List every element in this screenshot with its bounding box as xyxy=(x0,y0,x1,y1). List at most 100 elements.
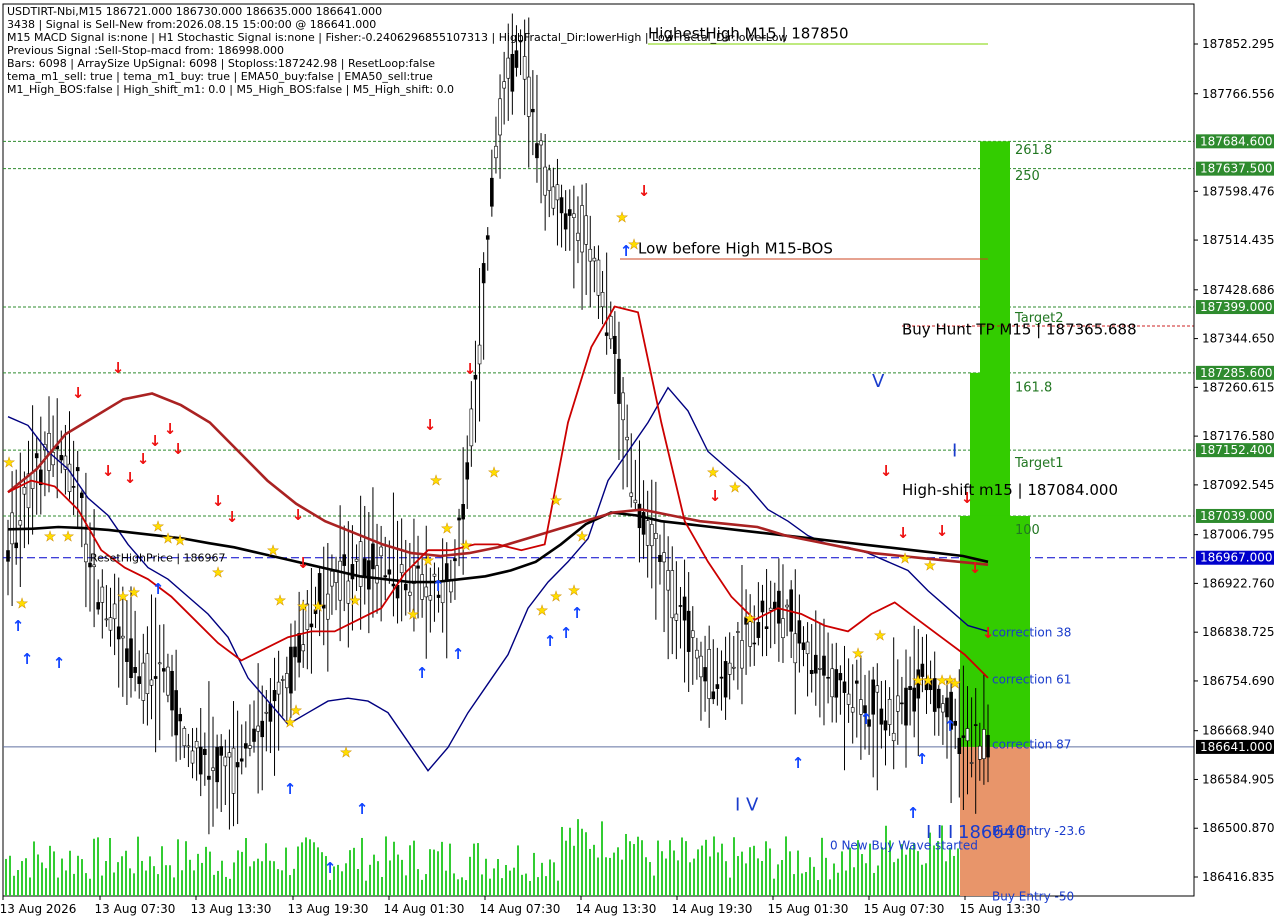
down-arrow-icon: ↓ xyxy=(112,359,125,377)
candle-body xyxy=(563,213,568,230)
candle-body xyxy=(617,358,621,404)
up-arrow-icon: ↑ xyxy=(916,750,929,768)
star-icon: ★ xyxy=(312,599,325,615)
candle-body xyxy=(387,569,392,575)
candle-body xyxy=(276,681,281,695)
candle-body xyxy=(854,680,859,684)
down-arrow-icon: ↓ xyxy=(292,506,305,524)
candle-body xyxy=(875,685,880,693)
info-line-bars: Bars: 6098 | ArraySize UpSignal: 6098 | … xyxy=(7,57,435,70)
candle-body xyxy=(973,724,978,726)
price-tag-label: 187684.600 xyxy=(1200,134,1273,148)
candle-body xyxy=(112,603,117,620)
candle-body xyxy=(137,676,142,684)
down-arrow-icon: ↓ xyxy=(164,420,177,438)
candle-body xyxy=(723,661,728,698)
star-icon: ★ xyxy=(290,703,303,719)
candle-body xyxy=(727,662,732,675)
price-chart: 261.8250Target2161.8Target1100correction… xyxy=(0,3,1275,916)
candle-body xyxy=(785,604,789,608)
candle-body xyxy=(280,679,285,681)
candle-body xyxy=(498,98,502,136)
up-arrow-icon: ↑ xyxy=(907,804,920,822)
candle-body xyxy=(826,676,830,679)
chart-annotation: Low before High M15-BOS xyxy=(638,239,833,257)
candle-body xyxy=(362,558,367,578)
candle-body xyxy=(432,573,437,577)
candle-body xyxy=(838,673,843,681)
candle-body xyxy=(104,618,109,621)
candle-body xyxy=(145,653,150,695)
fib-level-label: 100 xyxy=(1015,523,1040,538)
fib-level-label: correction 87 xyxy=(992,738,1071,752)
candle-body xyxy=(822,655,826,676)
candle-body xyxy=(649,524,654,547)
time-tick-label: 14 Aug 01:30 xyxy=(384,902,465,916)
candle-body xyxy=(408,591,412,596)
candle-body xyxy=(760,600,765,613)
up-arrow-icon: ↑ xyxy=(544,632,557,650)
chart-annotation: I V xyxy=(735,795,759,816)
candle-body xyxy=(371,543,375,570)
candle-body xyxy=(34,453,39,459)
candle-body xyxy=(809,670,814,674)
price-tag-label: 187399.000 xyxy=(1200,300,1273,314)
star-icon: ★ xyxy=(729,480,742,496)
candle-body xyxy=(834,669,839,698)
candle-body xyxy=(358,541,363,587)
up-arrow-icon: ↑ xyxy=(356,800,369,818)
down-arrow-icon: ↓ xyxy=(124,469,137,487)
candle-body xyxy=(912,687,916,712)
down-arrow-icon: ↓ xyxy=(424,416,437,434)
candle-body xyxy=(535,143,539,159)
down-arrow-icon: ↓ xyxy=(137,450,150,468)
candle-body xyxy=(326,593,330,620)
candle-body xyxy=(588,248,593,262)
candle-body xyxy=(715,684,720,689)
up-arrow-icon: ↑ xyxy=(416,664,429,682)
candle-body xyxy=(764,626,769,629)
candle-body xyxy=(719,676,724,679)
candle-body xyxy=(936,688,941,709)
candle-body xyxy=(658,554,662,562)
star-icon: ★ xyxy=(874,628,887,644)
fib-level-label: correction 61 xyxy=(992,673,1071,687)
fib-level-label: 261.8 xyxy=(1015,143,1052,158)
down-arrow-icon: ↓ xyxy=(297,554,310,572)
candle-body xyxy=(92,564,96,568)
candle-body xyxy=(895,695,900,712)
candle-body xyxy=(157,662,162,665)
candle-body xyxy=(133,667,137,673)
candle-body xyxy=(584,215,588,245)
candle-body xyxy=(211,767,215,771)
candle-body xyxy=(740,640,744,669)
star-icon: ★ xyxy=(949,676,962,692)
candle-body xyxy=(830,668,834,698)
time-tick-label: 14 Aug 13:30 xyxy=(576,902,657,916)
fib-level-label: 161.8 xyxy=(1015,381,1052,396)
candle-body xyxy=(248,745,252,749)
time-tick-label: 14 Aug 19:30 xyxy=(672,902,753,916)
candle-body xyxy=(777,590,781,624)
price-tag-label: 187152.400 xyxy=(1200,443,1273,457)
candle-body xyxy=(252,728,256,742)
ema-line xyxy=(7,305,989,679)
candle-body xyxy=(678,605,683,607)
candle-body xyxy=(301,644,306,652)
info-line-bos: M1_High_BOS:false | High_shift_m1: 0.0 |… xyxy=(7,83,455,96)
star-icon: ★ xyxy=(128,585,141,601)
candle-body xyxy=(285,673,289,689)
star-icon: ★ xyxy=(340,745,353,761)
candle-body xyxy=(699,655,703,678)
down-arrow-icon: ↓ xyxy=(969,559,982,577)
time-tick-label: 13 Aug 19:30 xyxy=(288,902,369,916)
star-icon: ★ xyxy=(212,565,225,581)
candle-body xyxy=(14,542,19,549)
up-arrow-icon: ↑ xyxy=(560,624,573,642)
candle-body xyxy=(379,546,383,557)
fib-level-label: correction 38 xyxy=(992,626,1071,640)
candle-body xyxy=(941,703,945,713)
candle-body xyxy=(166,666,170,696)
price-tick-label: 187428.686 xyxy=(1202,283,1275,297)
candle-body xyxy=(80,492,84,498)
